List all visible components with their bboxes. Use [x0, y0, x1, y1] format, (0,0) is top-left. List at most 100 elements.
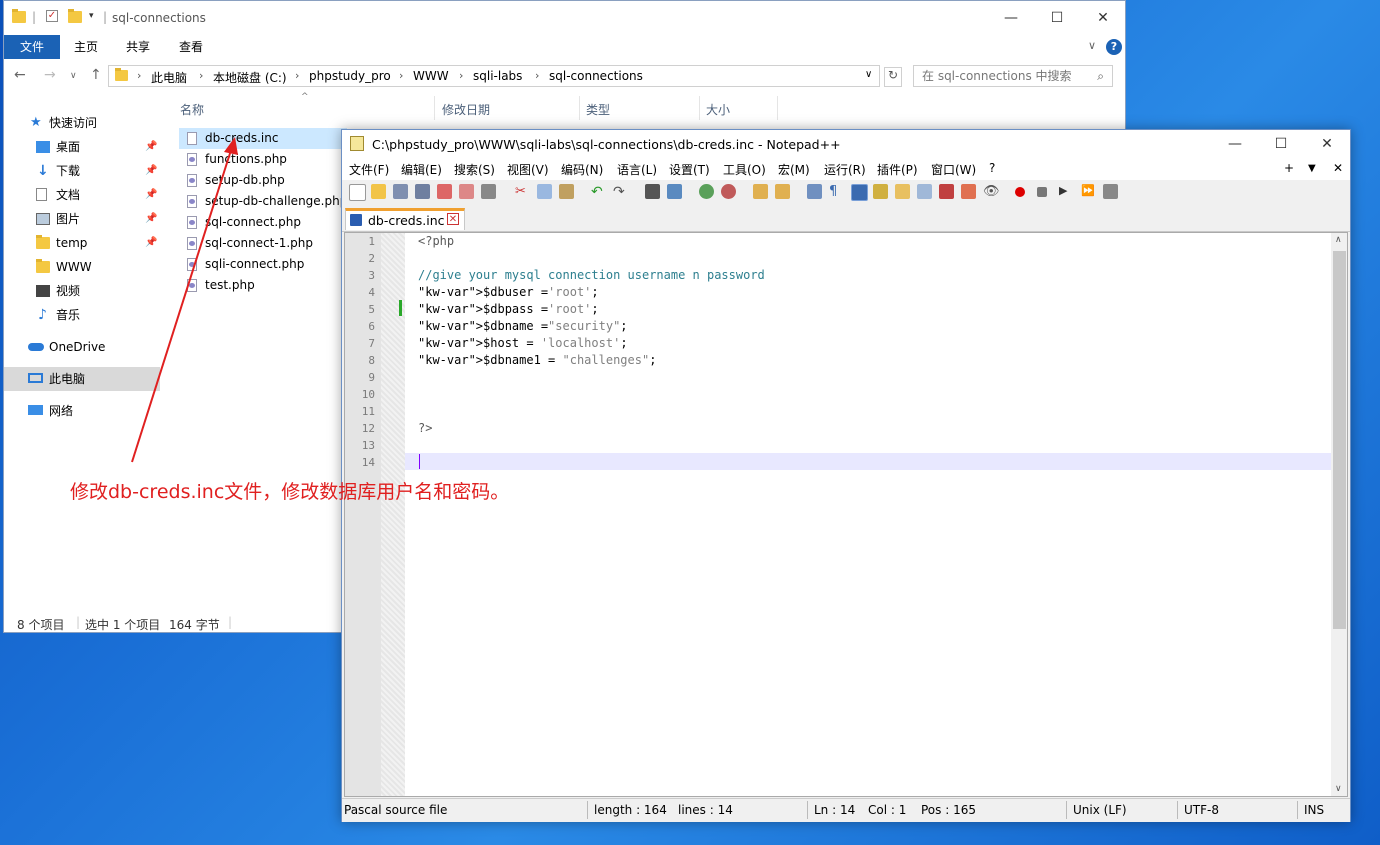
cut-icon[interactable]: ✂ [515, 184, 530, 199]
sidebar-item-videos[interactable]: 视频 [4, 279, 160, 303]
close-tab-button[interactable]: ✕ [1333, 161, 1343, 175]
new-tab-button[interactable]: + [1284, 161, 1294, 175]
file-row-setup-db[interactable]: setup-db.php [179, 170, 347, 191]
sidebar-item-desktop[interactable]: 桌面 📌 [4, 135, 160, 159]
doc-map-icon[interactable] [895, 184, 910, 199]
menu-language[interactable]: 语言(L) [617, 161, 657, 178]
sidebar-item-documents[interactable]: 文档 📌 [4, 183, 160, 207]
indent-guide-icon[interactable] [851, 184, 868, 201]
open-file-icon[interactable] [371, 184, 386, 199]
ribbon-tab-share[interactable]: 共享 [112, 35, 164, 59]
menu-view[interactable]: 视图(V) [507, 161, 549, 178]
record-macro-icon[interactable] [1015, 187, 1025, 197]
minimize-button[interactable]: — [988, 7, 1034, 29]
address-dropdown-icon[interactable]: ∨ [865, 69, 872, 80]
undo-icon[interactable]: ↶ [591, 184, 606, 200]
folder-workspace-icon[interactable] [961, 184, 976, 199]
doc-list-icon[interactable] [917, 184, 932, 199]
play-macro-icon[interactable]: ▶ [1059, 184, 1074, 199]
search-input[interactable]: 在 sql-connections 中搜索 ⌕ [913, 65, 1113, 87]
breadcrumb-sqli-labs[interactable]: sqli-labs [473, 69, 522, 83]
new-file-icon[interactable] [349, 184, 366, 201]
scroll-down-icon[interactable]: ∨ [1335, 784, 1342, 794]
ribbon-tab-view[interactable]: 查看 [165, 35, 217, 59]
sidebar-item-onedrive[interactable]: OneDrive [4, 335, 160, 359]
replace-icon[interactable] [667, 184, 682, 199]
properties-icon[interactable]: ✓ [46, 10, 58, 22]
refresh-icon[interactable]: ↻ [884, 67, 902, 87]
close-button[interactable]: ✕ [1304, 133, 1350, 155]
breadcrumb-phpstudy[interactable]: phpstudy_pro [309, 69, 391, 83]
tab-list-button[interactable]: ▼ [1308, 163, 1316, 174]
address-bar[interactable]: › 此电脑 › 本地磁盘 (C:) › phpstudy_pro › WWW ›… [108, 65, 880, 87]
close-button[interactable]: ✕ [1080, 7, 1126, 29]
copy-icon[interactable] [537, 184, 552, 199]
menu-help[interactable]: ? [989, 161, 995, 175]
scrollbar-thumb[interactable] [1333, 251, 1346, 629]
help-icon[interactable]: ? [1106, 39, 1122, 55]
sync-vertical-icon[interactable] [753, 184, 768, 199]
ribbon-expand-icon[interactable]: ∨ [1088, 39, 1096, 52]
quick-access-dropdown-icon[interactable]: ▾ [89, 11, 94, 21]
menu-window[interactable]: 窗口(W) [931, 161, 976, 178]
sidebar-item-temp[interactable]: temp 📌 [4, 231, 160, 255]
sidebar-item-network[interactable]: 网络 [4, 399, 160, 423]
column-date[interactable]: 修改日期 [442, 101, 490, 118]
sync-horizontal-icon[interactable] [775, 184, 790, 199]
close-file-icon[interactable] [437, 184, 452, 199]
zoom-in-icon[interactable] [699, 184, 714, 199]
breadcrumb-local-disk[interactable]: 本地磁盘 (C:) [213, 69, 287, 86]
file-row-db-creds[interactable]: db-creds.inc [179, 128, 347, 149]
menu-edit[interactable]: 编辑(E) [401, 161, 442, 178]
maximize-button[interactable]: ☐ [1034, 7, 1080, 29]
menu-macro[interactable]: 宏(M) [778, 161, 810, 178]
save-all-icon[interactable] [415, 184, 430, 199]
sidebar-item-quick-access[interactable]: ★ 快速访问 [4, 111, 160, 135]
menu-search[interactable]: 搜索(S) [454, 161, 495, 178]
zoom-out-icon[interactable] [721, 184, 736, 199]
code-editor[interactable]: 1 2 3 4 5 6 7 8 9 10 11 12 13 14 <?php /… [344, 232, 1348, 797]
breadcrumb-www[interactable]: WWW [413, 69, 449, 83]
column-name[interactable]: 名称 [180, 101, 204, 118]
udl-icon[interactable] [873, 184, 888, 199]
file-row-sqli-connect[interactable]: sqli-connect.php [179, 254, 347, 275]
redo-icon[interactable]: ↷ [613, 184, 628, 200]
maximize-button[interactable]: ☐ [1258, 133, 1304, 155]
file-row-sql-connect[interactable]: sql-connect.php [179, 212, 347, 233]
menu-file[interactable]: 文件(F) [349, 161, 389, 178]
function-list-icon[interactable] [939, 184, 954, 199]
column-size[interactable]: 大小 [706, 101, 730, 118]
search-icon[interactable]: ⌕ [1097, 66, 1104, 86]
file-row-test[interactable]: test.php [179, 275, 347, 296]
menu-plugins[interactable]: 插件(P) [877, 161, 918, 178]
file-row-setup-db-challenge[interactable]: setup-db-challenge.php [179, 191, 347, 212]
new-folder-icon[interactable] [68, 9, 82, 23]
monitoring-icon[interactable]: 👁 [983, 184, 1000, 199]
tab-db-creds[interactable]: db-creds.inc ✕ [345, 208, 465, 230]
save-macro-icon[interactable] [1103, 184, 1118, 199]
sidebar-item-pictures[interactable]: 图片 📌 [4, 207, 160, 231]
sidebar-item-this-pc[interactable]: 此电脑 [4, 367, 160, 391]
recent-dropdown-icon[interactable]: ∨ [70, 71, 77, 81]
breadcrumb-this-pc[interactable]: 此电脑 [151, 69, 187, 86]
word-wrap-icon[interactable] [807, 184, 822, 199]
menu-settings[interactable]: 设置(T) [669, 161, 710, 178]
minimize-button[interactable]: — [1212, 133, 1258, 155]
file-row-functions[interactable]: functions.php [179, 149, 347, 170]
find-icon[interactable] [645, 184, 660, 199]
close-all-icon[interactable] [459, 184, 474, 199]
menu-run[interactable]: 运行(R) [824, 161, 866, 178]
sidebar-item-music[interactable]: ♪ 音乐 [4, 303, 160, 327]
scroll-up-icon[interactable]: ∧ [1335, 235, 1342, 245]
up-arrow-icon[interactable]: ↑ [90, 67, 102, 83]
close-tab-icon[interactable]: ✕ [447, 213, 459, 225]
print-icon[interactable] [481, 184, 496, 199]
paste-icon[interactable] [559, 184, 574, 199]
back-arrow-icon[interactable]: ← [14, 67, 26, 83]
ribbon-tab-home[interactable]: 主页 [60, 35, 112, 59]
sidebar-item-www[interactable]: WWW [4, 255, 160, 279]
show-all-chars-icon[interactable]: ¶ [829, 184, 844, 199]
file-row-sql-connect-1[interactable]: sql-connect-1.php [179, 233, 347, 254]
forward-arrow-icon[interactable]: → [44, 67, 56, 83]
save-icon[interactable] [393, 184, 408, 199]
